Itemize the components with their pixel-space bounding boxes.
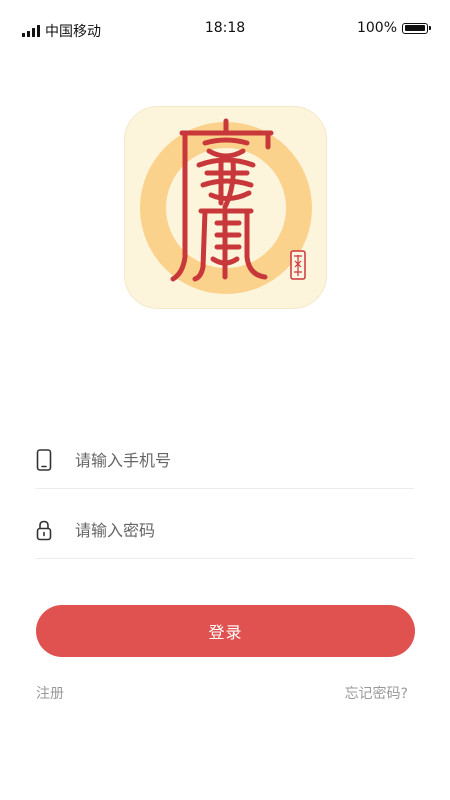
lock-icon (35, 518, 53, 542)
phone-input[interactable] (75, 450, 375, 470)
battery-icon (402, 22, 431, 34)
phone-field[interactable] (35, 432, 414, 489)
status-right: 100% (356, 20, 431, 36)
password-input[interactable] (75, 520, 375, 540)
status-bar: 中国移动 18:18 100% (0, 0, 450, 58)
seal-character-logo-icon (140, 118, 312, 294)
register-link[interactable]: 注册 (36, 683, 64, 703)
battery-fill (404, 25, 425, 31)
battery-percent: 100% (356, 20, 397, 36)
phone-icon (35, 448, 53, 472)
password-field[interactable] (35, 502, 414, 559)
login-button[interactable]: 登录 (36, 605, 415, 657)
login-screen: 中国移动 18:18 100% 请输入手机号 登录 注册 忘记密码? (0, 0, 450, 800)
forgot-password-link[interactable]: 忘记密码? (345, 683, 408, 703)
app-logo (124, 106, 327, 309)
